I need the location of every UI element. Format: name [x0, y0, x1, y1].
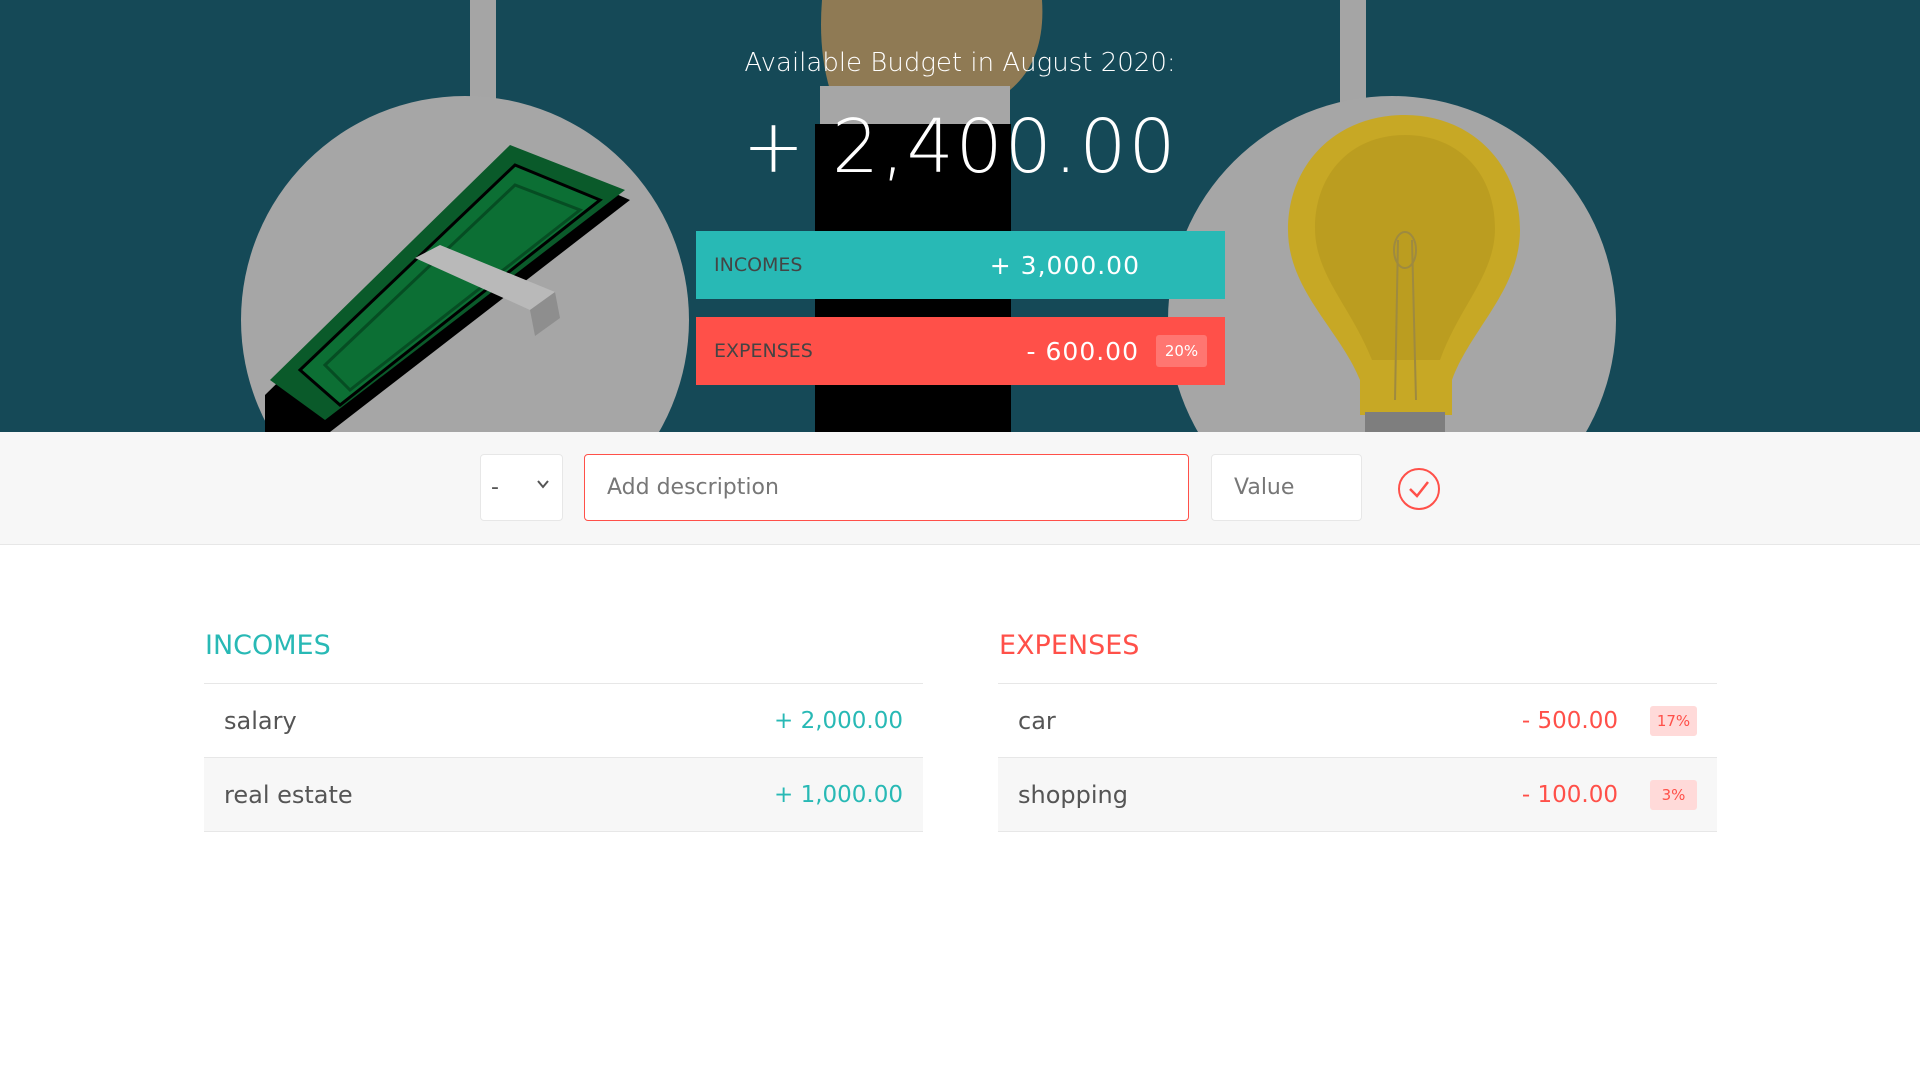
expenses-summary: Expenses - 600.00 20% [696, 317, 1225, 385]
expenses-summary-value: - 600.00 [1026, 336, 1139, 366]
budget-summary: Available Budget in August 2020: + 2,400… [0, 0, 1920, 432]
chevron-down-icon [537, 480, 549, 489]
incomes-column: Incomes salary + 2,000.00 real estate + … [204, 630, 923, 832]
income-item[interactable]: real estate + 1,000.00 [204, 758, 923, 832]
income-item-description: real estate [224, 780, 353, 809]
expenses-list: car - 500.00 17% shopping - 100.00 3% [998, 683, 1717, 832]
value-input[interactable] [1211, 454, 1362, 521]
expense-item-value: - 500.00 [1521, 707, 1618, 734]
check-circle-icon [1398, 468, 1440, 510]
income-item[interactable]: salary + 2,000.00 [204, 684, 923, 758]
add-entry-bar: - [0, 432, 1920, 545]
expense-item[interactable]: car - 500.00 17% [998, 684, 1717, 758]
expense-item-percentage: 3% [1650, 780, 1697, 810]
income-item-description: salary [224, 706, 297, 735]
income-summary-label: Incomes [714, 254, 803, 276]
incomes-title: Incomes [205, 630, 331, 661]
expenses-title: Expenses [999, 630, 1140, 661]
income-summary-value: + 3,000.00 [989, 250, 1140, 280]
budget-value: + 2,400.00 [742, 104, 1178, 190]
expense-item-description: shopping [1018, 780, 1128, 809]
expense-item-value: - 100.00 [1521, 781, 1618, 808]
expenses-summary-label: Expenses [714, 340, 813, 362]
income-item-value: + 1,000.00 [773, 781, 903, 808]
type-select-value: - [491, 475, 499, 500]
expense-item-percentage: 17% [1650, 706, 1697, 736]
add-entry-button[interactable] [1397, 467, 1441, 511]
budget-title: Available Budget in August 2020: [744, 48, 1176, 78]
income-item-value: + 2,000.00 [773, 707, 903, 734]
type-select[interactable]: - [480, 454, 563, 521]
budget-hero: Available Budget in August 2020: + 2,400… [0, 0, 1920, 432]
expenses-column: Expenses car - 500.00 17% shopping - 100… [998, 630, 1717, 832]
expense-item-description: car [1018, 706, 1056, 735]
expense-item[interactable]: shopping - 100.00 3% [998, 758, 1717, 832]
description-input[interactable] [584, 454, 1189, 521]
income-summary: Incomes + 3,000.00 [696, 231, 1225, 299]
incomes-list: salary + 2,000.00 real estate + 1,000.00 [204, 683, 923, 832]
expenses-percentage-badge: 20% [1156, 335, 1207, 367]
